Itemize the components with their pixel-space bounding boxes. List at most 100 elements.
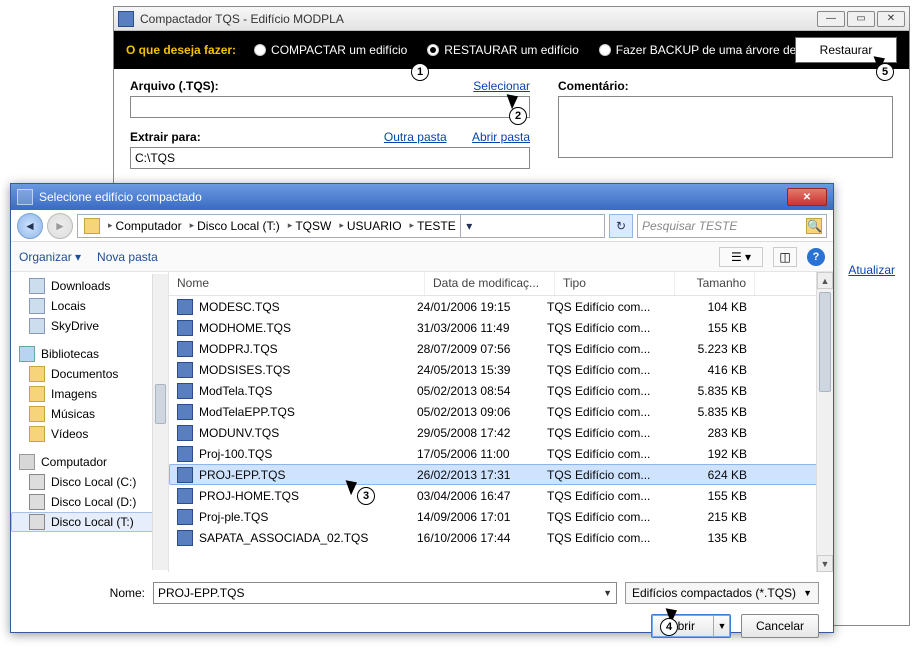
sidebar-item[interactable]: Documentos bbox=[11, 364, 168, 384]
file-date: 05/02/2013 08:54 bbox=[417, 384, 547, 398]
drive-icon bbox=[29, 474, 45, 490]
table-row[interactable]: MODUNV.TQS29/05/2008 17:42TQS Edifício c… bbox=[169, 422, 833, 443]
file-icon bbox=[177, 299, 193, 315]
bc-seg[interactable]: Disco Local (T:) bbox=[197, 219, 280, 233]
nav-back-button[interactable]: ◄ bbox=[17, 213, 43, 239]
filename-input[interactable]: PROJ-EPP.TQS▼ bbox=[153, 582, 617, 604]
file-size: 104 KB bbox=[667, 300, 747, 314]
restore-button[interactable]: Restaurar bbox=[795, 37, 897, 63]
selecionar-link[interactable]: Selecionar bbox=[473, 79, 530, 93]
outra-pasta-link[interactable]: Outra pasta bbox=[384, 130, 447, 144]
table-row[interactable]: Proj-ple.TQS14/09/2006 17:01TQS Edifício… bbox=[169, 506, 833, 527]
scrollbar-thumb[interactable] bbox=[819, 292, 831, 392]
bc-seg[interactable]: TQSW bbox=[295, 219, 331, 233]
radio-compactar[interactable]: COMPACTAR um edifício bbox=[254, 43, 407, 57]
refresh-button[interactable]: ↻ bbox=[609, 214, 633, 238]
table-row[interactable]: Proj-100.TQS17/05/2006 11:00TQS Edifício… bbox=[169, 443, 833, 464]
arquivo-input[interactable] bbox=[130, 96, 530, 118]
radio-restaurar[interactable]: RESTAURAR um edifício bbox=[427, 43, 578, 57]
callout-2: 2 bbox=[509, 107, 527, 125]
col-data[interactable]: Data de modificaç... bbox=[425, 272, 555, 295]
file-type: TQS Edifício com... bbox=[547, 510, 667, 524]
sidebar-group-bibliotecas[interactable]: Bibliotecas bbox=[11, 344, 168, 364]
sidebar-item[interactable]: Disco Local (C:) bbox=[11, 472, 168, 492]
file-icon bbox=[177, 446, 193, 462]
file-name: SAPATA_ASSOCIADA_02.TQS bbox=[199, 531, 368, 545]
preview-pane-button[interactable]: ◫ bbox=[773, 247, 797, 267]
nova-pasta-button[interactable]: Nova pasta bbox=[97, 250, 158, 264]
close-button[interactable]: ✕ bbox=[877, 11, 905, 27]
bc-seg[interactable]: Computador bbox=[116, 219, 182, 233]
breadcrumb-dropdown[interactable]: ▾ bbox=[460, 215, 478, 237]
table-row[interactable]: MODPRJ.TQS28/07/2009 07:56TQS Edifício c… bbox=[169, 338, 833, 359]
maximize-button[interactable]: ▭ bbox=[847, 11, 875, 27]
organizar-menu[interactable]: Organizar ▾ bbox=[19, 250, 81, 264]
filetype-select[interactable]: Edifícios compactados (*.TQS)▼ bbox=[625, 582, 819, 604]
sidebar-item[interactable]: Vídeos bbox=[11, 424, 168, 444]
sidebar-item[interactable]: Locais bbox=[11, 296, 168, 316]
table-row[interactable]: ModTela.TQS05/02/2013 08:54TQS Edifício … bbox=[169, 380, 833, 401]
sidebar-item[interactable]: Disco Local (D:) bbox=[11, 492, 168, 512]
action-question: O que deseja fazer: bbox=[126, 43, 236, 57]
table-row[interactable]: ModTelaEPP.TQS05/02/2013 09:06TQS Edifíc… bbox=[169, 401, 833, 422]
breadcrumb[interactable]: ▸Computador ▸Disco Local (T:) ▸TQSW ▸USU… bbox=[77, 214, 605, 238]
atualizar-link[interactable]: Atualizar bbox=[848, 263, 895, 277]
extrair-input[interactable] bbox=[130, 147, 530, 169]
callout-1: 1 bbox=[411, 63, 429, 81]
sidebar-scrollbar[interactable] bbox=[152, 274, 168, 570]
col-tipo[interactable]: Tipo bbox=[555, 272, 675, 295]
file-scrollbar[interactable]: ▲ ▼ bbox=[816, 272, 833, 572]
cancel-button[interactable]: Cancelar bbox=[741, 614, 819, 638]
col-nome[interactable]: Nome bbox=[169, 272, 425, 295]
table-row[interactable]: PROJ-HOME.TQS03/04/2006 16:47TQS Edifíci… bbox=[169, 485, 833, 506]
file-size: 283 KB bbox=[667, 426, 747, 440]
dialog-body: Downloads Locais SkyDrive Bibliotecas Do… bbox=[11, 272, 833, 572]
nav-row: ◄ ► ▸Computador ▸Disco Local (T:) ▸TQSW … bbox=[11, 210, 833, 242]
scroll-down-button[interactable]: ▼ bbox=[817, 555, 833, 572]
table-row[interactable]: MODHOME.TQS31/03/2006 11:49TQS Edifício … bbox=[169, 317, 833, 338]
col-tamanho[interactable]: Tamanho bbox=[675, 272, 755, 295]
file-date: 24/05/2013 15:39 bbox=[417, 363, 547, 377]
comentario-textarea[interactable] bbox=[558, 96, 893, 158]
table-row[interactable]: MODSISES.TQS24/05/2013 15:39TQS Edifício… bbox=[169, 359, 833, 380]
sidebar-item[interactable]: Disco Local (T:) bbox=[11, 512, 168, 532]
file-list: Nome Data de modificaç... Tipo Tamanho M… bbox=[169, 272, 833, 572]
file-icon bbox=[177, 404, 193, 420]
file-date: 26/02/2013 17:31 bbox=[417, 468, 547, 482]
file-size: 135 KB bbox=[667, 531, 747, 545]
file-type: TQS Edifício com... bbox=[547, 426, 667, 440]
nav-forward-button[interactable]: ► bbox=[47, 213, 73, 239]
minimize-button[interactable]: — bbox=[817, 11, 845, 27]
file-size: 416 KB bbox=[667, 363, 747, 377]
sidebar-item[interactable]: SkyDrive bbox=[11, 316, 168, 336]
sidebar-item[interactable]: Downloads bbox=[11, 276, 168, 296]
sidebar-item[interactable]: Imagens bbox=[11, 384, 168, 404]
open-button-dropdown[interactable]: ▼ bbox=[714, 621, 730, 631]
table-row[interactable]: MODESC.TQS24/01/2006 19:15TQS Edifício c… bbox=[169, 296, 833, 317]
dialog-title: Selecione edifício compactado bbox=[39, 190, 787, 204]
help-icon[interactable]: ? bbox=[807, 248, 825, 266]
file-name: Proj-100.TQS bbox=[199, 447, 272, 461]
window-title: Compactador TQS - Edifício MODPLA bbox=[140, 12, 817, 26]
file-name: PROJ-HOME.TQS bbox=[199, 489, 299, 503]
sidebar-item[interactable]: Músicas bbox=[11, 404, 168, 424]
bc-seg[interactable]: USUARIO bbox=[347, 219, 402, 233]
file-name: ModTela.TQS bbox=[199, 384, 272, 398]
search-input[interactable]: Pesquisar TESTE 🔍 bbox=[637, 214, 827, 238]
file-name: MODHOME.TQS bbox=[199, 321, 291, 335]
table-row[interactable]: SAPATA_ASSOCIADA_02.TQS16/10/2006 17:44T… bbox=[169, 527, 833, 548]
sidebar-group-computador[interactable]: Computador bbox=[11, 452, 168, 472]
view-mode-button[interactable]: ☰ ▾ bbox=[719, 247, 763, 267]
action-radio-group: COMPACTAR um edifício RESTAURAR um edifí… bbox=[254, 43, 844, 57]
bc-seg[interactable]: TESTE bbox=[417, 219, 456, 233]
abrir-pasta-link[interactable]: Abrir pasta bbox=[472, 130, 530, 144]
images-icon bbox=[29, 386, 45, 402]
file-size: 5.835 KB bbox=[667, 384, 747, 398]
dialog-footer: Nome: PROJ-EPP.TQS▼ Edifícios compactado… bbox=[11, 572, 833, 648]
scroll-up-button[interactable]: ▲ bbox=[817, 272, 833, 289]
dialog-close-button[interactable]: ✕ bbox=[787, 188, 827, 206]
table-row[interactable]: PROJ-EPP.TQS26/02/2013 17:31TQS Edifício… bbox=[169, 464, 833, 485]
scrollbar-thumb[interactable] bbox=[155, 384, 166, 424]
callout-3: 3 bbox=[357, 487, 375, 505]
file-type: TQS Edifício com... bbox=[547, 363, 667, 377]
